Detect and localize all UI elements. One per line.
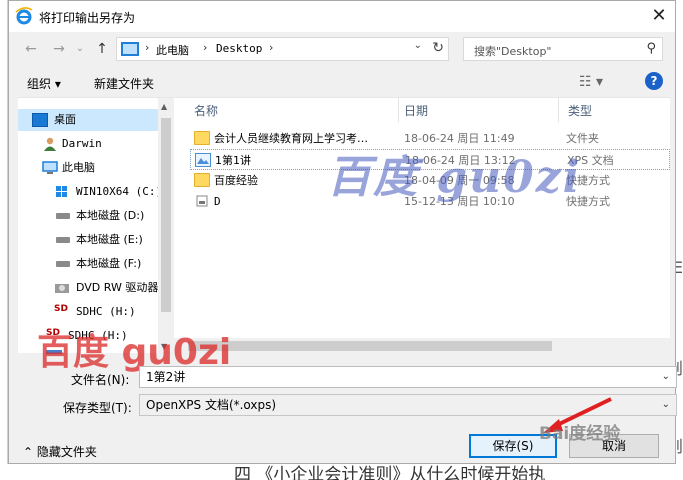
nav-item-this-pc[interactable]: 此电脑 [18, 157, 158, 179]
column-header-date[interactable]: 日期 [404, 102, 428, 119]
search-placeholder: 搜索"Desktop" [474, 45, 552, 58]
up-arrow-icon: ↑ [96, 41, 108, 57]
chevron-down-icon: ⌄ [661, 399, 670, 410]
organize-menu[interactable]: 组织 ▾ [27, 75, 61, 92]
filetype-value: OpenXPS 文档(*.oxps) [146, 398, 277, 412]
watermark-center: 百度 gu0zi [327, 152, 582, 203]
forward-button[interactable]: → [49, 39, 69, 59]
nav-item-drive-d[interactable]: 本地磁盘 (D:) [18, 205, 158, 227]
nav-item-label: 桌面 [54, 113, 76, 126]
watermark-bottom-right: Bai度经验 [539, 424, 621, 444]
filetype-label: 保存类型(T): [63, 401, 132, 415]
browser-pane: 桌面 Darwin 此电脑 WIN10X64 (C:) 本地磁盘 (D:) 本地… [18, 97, 670, 354]
horizontal-scrollbar[interactable] [174, 338, 670, 354]
close-button[interactable]: ✕ [647, 4, 671, 28]
nav-item-drive-c[interactable]: WIN10X64 (C:) [18, 181, 158, 203]
drive-icon [56, 213, 70, 219]
nav-item-label: Darwin [62, 137, 102, 150]
horizontal-scroll-thumb[interactable] [188, 341, 552, 351]
hide-folders-toggle[interactable]: ⌃ 隐藏文件夹 [23, 443, 97, 460]
breadcrumb-desktop[interactable]: Desktop [216, 42, 262, 55]
column-divider[interactable] [398, 98, 399, 122]
breadcrumb-separator: › [145, 41, 150, 54]
computer-icon [121, 42, 139, 56]
new-folder-button[interactable]: 新建文件夹 [94, 75, 154, 92]
close-icon: ✕ [651, 5, 667, 26]
view-options-icon[interactable]: ☷ ▾ [579, 74, 603, 90]
desktop-icon [32, 113, 48, 127]
nav-item-label: 本地磁盘 (D:) [76, 209, 145, 222]
breadcrumb-separator: › [203, 41, 208, 54]
nav-item-label: 此电脑 [62, 161, 95, 174]
file-name: D [214, 195, 221, 208]
nav-scroll-thumb[interactable] [161, 118, 171, 312]
column-divider[interactable] [558, 98, 559, 122]
search-icon[interactable]: ⚲ [646, 41, 656, 56]
background-document-left [0, 0, 8, 480]
scroll-up-icon[interactable]: ▲ [161, 102, 167, 111]
nav-item-label: SDHC (H:) [76, 305, 136, 318]
save-as-dialog: 将打印输出另存为 ✕ ← → ⌄ ↑ › 此电脑 › Desktop › ⌄ ↻… [8, 0, 677, 464]
nav-item-label: WIN10X64 (C:) [76, 185, 158, 198]
folder-icon [194, 131, 210, 145]
nav-item-label: DVD RW 驱动器 [76, 281, 158, 294]
back-arrow-icon: ← [25, 41, 37, 57]
up-button[interactable]: ↑ [92, 39, 112, 59]
filename-label: 文件名(N): [71, 373, 130, 387]
forward-arrow-icon: → [53, 41, 65, 57]
sd-icon: SD [54, 304, 68, 314]
file-name: 百度经验 [214, 174, 258, 187]
filename-value: 1第2讲 [146, 370, 186, 384]
chevron-down-icon[interactable]: ⌄ [662, 367, 670, 387]
address-dropdown-icon[interactable]: ⌄ [414, 40, 422, 51]
nav-scrollbar[interactable]: ▲ ▼ [158, 98, 174, 354]
window-title: 将打印输出另存为 [39, 11, 136, 25]
column-header-type[interactable]: 类型 [568, 102, 592, 119]
navigation-pane: 桌面 Darwin 此电脑 WIN10X64 (C:) 本地磁盘 (D:) 本地… [18, 98, 158, 354]
nav-item-desktop[interactable]: 桌面 [18, 109, 158, 131]
background-text: 四 《小企业会计准则》从什么时候开始执 [234, 465, 546, 480]
nav-item-label: 本地磁盘 (E:) [76, 233, 143, 246]
user-icon [44, 137, 56, 151]
ie-icon [15, 7, 33, 25]
breadcrumb-separator: › [269, 41, 274, 54]
nav-item-label: 本地磁盘 (F:) [76, 257, 142, 270]
breadcrumb-this-pc[interactable]: 此电脑 [156, 42, 189, 58]
nav-item-dvd[interactable]: DVD RW 驱动器 [18, 277, 158, 299]
file-list: 名称 日期 类型 会计人员继续教育网上学习考… 18-06-24 周日 11:4… [174, 98, 670, 354]
recent-locations-button[interactable]: ⌄ [73, 39, 87, 59]
title-bar: 将打印输出另存为 ✕ [9, 1, 675, 32]
folder-shortcut-icon [194, 173, 210, 187]
file-name: 1第1讲 [215, 154, 251, 167]
drive-shortcut-icon [196, 195, 208, 207]
back-button[interactable]: ← [21, 39, 41, 59]
search-box[interactable]: 搜索"Desktop" ⚲ [463, 37, 663, 61]
background-document-bottom: 四 《小企业会计准则》从什么时候开始执 [0, 464, 683, 480]
nav-item-drive-e[interactable]: 本地磁盘 (E:) [18, 229, 158, 251]
nav-item-drive-f[interactable]: 本地磁盘 (F:) [18, 253, 158, 275]
address-bar[interactable]: › 此电脑 › Desktop › ⌄ ↻ [116, 37, 449, 61]
computer-icon [42, 161, 58, 174]
chevron-down-icon: ⌄ [75, 43, 85, 54]
filename-input[interactable]: 1第2讲 ⌄ [139, 366, 677, 388]
help-icon[interactable]: ? [645, 72, 663, 90]
refresh-icon[interactable]: ↻ [432, 40, 444, 56]
drive-icon [56, 237, 70, 243]
dvd-icon [55, 284, 69, 293]
drive-icon [56, 261, 70, 267]
column-header-name[interactable]: 名称 [194, 102, 218, 119]
xps-icon [195, 153, 211, 167]
nav-item-user[interactable]: Darwin [18, 133, 158, 155]
nav-item-sdhc[interactable]: SD SDHC (H:) [18, 301, 158, 323]
windows-drive-icon [56, 186, 67, 197]
